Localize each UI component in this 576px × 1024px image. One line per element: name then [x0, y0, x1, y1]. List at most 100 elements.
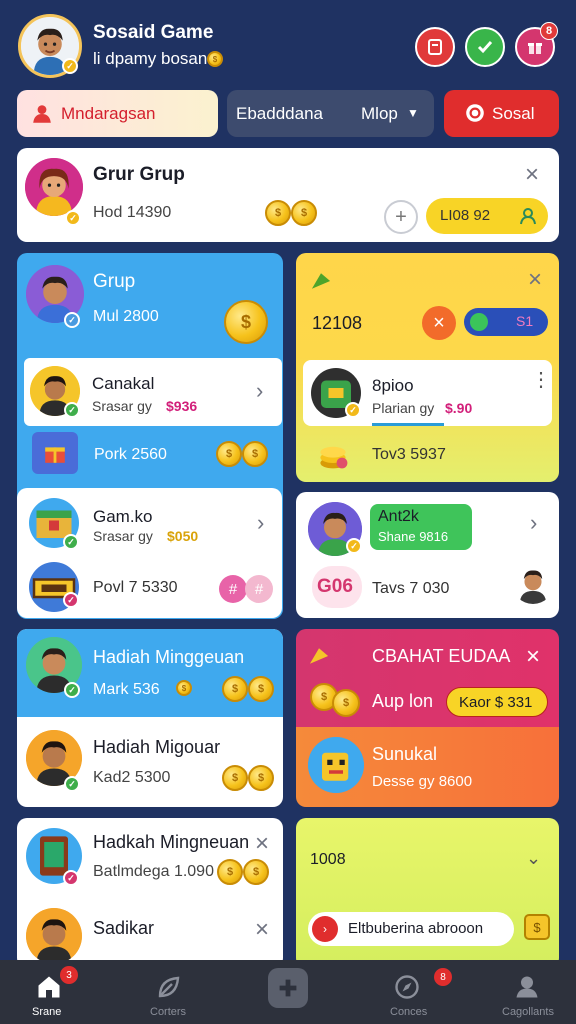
pink-card[interactable]: CBAHAT EUDAA × $ $ Aup lon Kaor $ 331 — [296, 629, 559, 727]
gamko-name: Gam.ko — [93, 507, 153, 526]
group-subtitle: Hod 14390 — [93, 204, 172, 221]
kaor-label: Kaor $ 331 — [459, 694, 533, 711]
hashtag-button-2[interactable]: # — [245, 575, 273, 603]
hadiah-title: Hadiah Minggeuan — [93, 647, 245, 667]
more-vertical-icon[interactable]: ⋮ — [531, 370, 551, 390]
status-pill[interactable]: S1 — [464, 308, 548, 336]
chevron-right-icon[interactable]: › — [257, 510, 264, 536]
canakal-price: $936 — [166, 398, 198, 414]
coin-icon: $ — [243, 859, 269, 885]
nav-label: Corters — [150, 1006, 187, 1018]
ant2k-name: Ant2k — [378, 508, 419, 525]
coin-icon: $ — [242, 441, 268, 467]
gift-icon — [528, 43, 542, 54]
g06-text: G06 — [317, 576, 353, 597]
group-card[interactable]: ✓ Grur Grup Hod 14390 $ $ × + LI08 92 — [17, 148, 559, 242]
tab-sosal[interactable]: Sosal — [444, 90, 559, 137]
coin-icon: $ — [216, 441, 242, 467]
progress-bar — [372, 423, 444, 426]
character-icon — [308, 737, 364, 793]
yellow-value: 12108 — [312, 313, 363, 333]
8pioo-sub: Plarian gy — [372, 400, 435, 416]
hadkah-card[interactable]: ✓ Hadkah Mingneuan Batlmdega 1.090 × $ $… — [17, 818, 283, 968]
tab-ebadddana-label: Ebadddana — [236, 104, 323, 123]
lime-card[interactable]: 1008 ⌄ › Eltbuberina abrooon $ — [296, 818, 559, 968]
nav-item-add[interactable] — [268, 968, 308, 1008]
nav-badge: 8 — [434, 968, 452, 986]
verified-icon: ✓ — [65, 210, 81, 226]
coin-icon: $ — [265, 200, 291, 226]
tab-mndaragsan-label: Mndaragsan — [61, 104, 156, 123]
list-item-ant2k[interactable]: ✓ Ant2k Shane 9816 › G06 Tavs 7 030 — [296, 492, 559, 618]
verified-icon: ✓ — [63, 592, 79, 608]
orange-card[interactable]: Sunukal Desse gy 8600 — [296, 727, 559, 807]
verified-icon: ✓ — [64, 776, 80, 792]
close-icon[interactable]: × — [525, 163, 539, 187]
ant2k-tag: Ant2k Shane 9816 — [370, 504, 472, 550]
card-icon — [428, 39, 442, 55]
nav-item-cagollants[interactable]: Cagollants — [490, 966, 570, 1022]
pink-sub: Aup lon — [372, 691, 434, 711]
grup-title: Grup — [93, 271, 136, 292]
chevron-down-icon[interactable]: ▼ — [407, 106, 419, 120]
grup-sub: Mul 2800 — [93, 308, 159, 325]
nav-label: Srane — [32, 1006, 62, 1018]
nav-label: Cagollants — [502, 1006, 554, 1018]
search-icon — [466, 104, 484, 122]
check-action-button[interactable] — [465, 27, 505, 67]
verified-icon: ✓ — [62, 58, 78, 74]
verified-icon: ✓ — [63, 534, 79, 550]
hashtag-button[interactable]: # — [219, 575, 247, 603]
list-item-8pioo[interactable]: ✓ 8pioo Plarian gy $.90 ⋮ — [303, 360, 552, 426]
nav-badge: 3 — [60, 966, 78, 984]
coin-icon: $ — [248, 676, 274, 702]
people-icon — [33, 105, 51, 123]
tab-sosal-label: Sosal — [492, 104, 535, 123]
8pioo-price: $.90 — [445, 400, 473, 416]
tab-ebadddana[interactable]: Ebadddana Mlop ▼ — [227, 90, 434, 137]
close-icon[interactable]: × — [255, 918, 269, 942]
hadkah-sub: Batlmdega 1.090 — [93, 863, 214, 880]
amount-pill[interactable]: LI08 92 — [426, 198, 548, 234]
nav-item-corters[interactable]: Corters — [132, 966, 208, 1022]
tab-mndaragsan[interactable]: Mndaragsan — [17, 90, 218, 137]
verified-icon: ✓ — [64, 682, 80, 698]
eltbuberina-label: Eltbuberina abrooon — [348, 920, 484, 937]
cancel-button[interactable]: × — [422, 306, 456, 340]
g06-badge: G06 — [312, 566, 362, 608]
ant2k-sub: Shane 9816 — [378, 529, 449, 544]
coin-icon: $ — [217, 859, 243, 885]
app-title: Sosaid Game — [93, 22, 214, 43]
close-icon[interactable]: × — [526, 645, 540, 669]
red-action-button[interactable] — [415, 27, 455, 67]
group-avatar — [25, 158, 83, 216]
list-item-gamko[interactable]: ✓ Gam.ko Srasar gy $050 › ✓ Povl 7 5330 … — [17, 488, 282, 618]
kaor-button[interactable]: Kaor $ 331 — [446, 687, 548, 717]
app-subtitle: li dpamy bosan — [93, 49, 208, 68]
list-item-canakal[interactable]: ✓ Canakal Srasar gy $936 › — [24, 358, 282, 426]
eltbuberina-button[interactable]: › Eltbuberina abrooon — [308, 912, 514, 946]
face-illustration-icon — [26, 908, 82, 964]
select-value[interactable]: Mlop — [361, 104, 398, 124]
nav-item-conces[interactable]: 8 Conces — [370, 966, 452, 1022]
coin-box-icon: $ — [524, 914, 550, 940]
close-icon[interactable]: × — [255, 832, 269, 856]
add-button[interactable]: + — [384, 200, 418, 234]
chevron-right-icon[interactable]: › — [256, 378, 263, 404]
coin-stack-icon — [320, 446, 348, 469]
player-avatar — [512, 562, 554, 604]
sunukal-name: Sunukal — [372, 744, 438, 764]
pork-foot: Pork 2560 — [94, 446, 167, 463]
close-icon[interactable]: × — [528, 268, 542, 292]
group-title: Grur Grup — [93, 164, 185, 185]
chevron-down-icon[interactable]: ⌄ — [526, 848, 541, 869]
leaf-icon — [158, 976, 180, 998]
coin-icon: $ — [222, 676, 248, 702]
verified-icon: ✓ — [63, 870, 79, 886]
canakal-name: Canakal — [92, 374, 155, 393]
nav-item-srane[interactable]: 3 Srane — [16, 966, 86, 1022]
status-pill-text: S1 — [516, 313, 534, 329]
chevron-right-icon[interactable]: › — [530, 510, 537, 536]
face-illustration-icon — [519, 570, 547, 604]
hadiah2-title: Hadiah Migouar — [93, 737, 221, 757]
